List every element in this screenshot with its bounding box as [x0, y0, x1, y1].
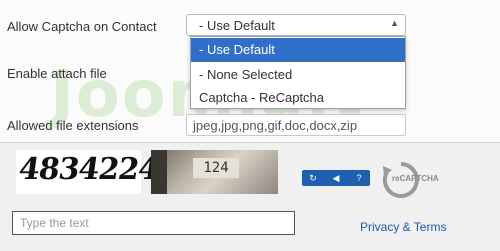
chevron-up-icon: ▲ — [390, 18, 399, 28]
help-icon[interactable]: ? — [351, 172, 367, 184]
dropdown-option-none-selected[interactable]: - None Selected — [191, 63, 405, 87]
privacy-terms-link[interactable]: Privacy & Terms — [360, 220, 446, 234]
captcha-challenge-image: 48342249 — [16, 150, 180, 194]
captcha-dropdown-menu: - Use Default - None Selected Captcha - … — [190, 36, 406, 109]
file-extensions-input[interactable]: jpeg,jpg,png,gif,doc,docx,zip — [186, 114, 406, 136]
captcha-response-input[interactable]: Type the text — [12, 211, 295, 235]
settings-form: Joomla.t Allow Captcha on Contact Enable… — [0, 0, 500, 140]
captcha-house-number-photo: 124 — [151, 150, 278, 194]
captcha-select[interactable]: - Use Default ▲ — [186, 14, 406, 36]
house-number-plate: 124 — [193, 158, 239, 178]
photo-doorway — [151, 150, 167, 194]
recaptcha-logo-text: reCAPTCHA — [392, 174, 439, 183]
captcha-select-value: - Use Default — [199, 18, 275, 33]
dropdown-option-use-default[interactable]: - Use Default — [191, 38, 405, 62]
file-extensions-label: Allowed file extensions — [7, 118, 139, 133]
dropdown-option-recaptcha[interactable]: Captcha - ReCaptcha — [191, 86, 405, 110]
attach-file-label: Enable attach file — [7, 66, 107, 81]
refresh-icon[interactable]: ↻ — [305, 172, 321, 184]
audio-icon[interactable]: ◀ — [328, 172, 344, 184]
captcha-setting-label: Allow Captcha on Contact — [7, 19, 157, 34]
